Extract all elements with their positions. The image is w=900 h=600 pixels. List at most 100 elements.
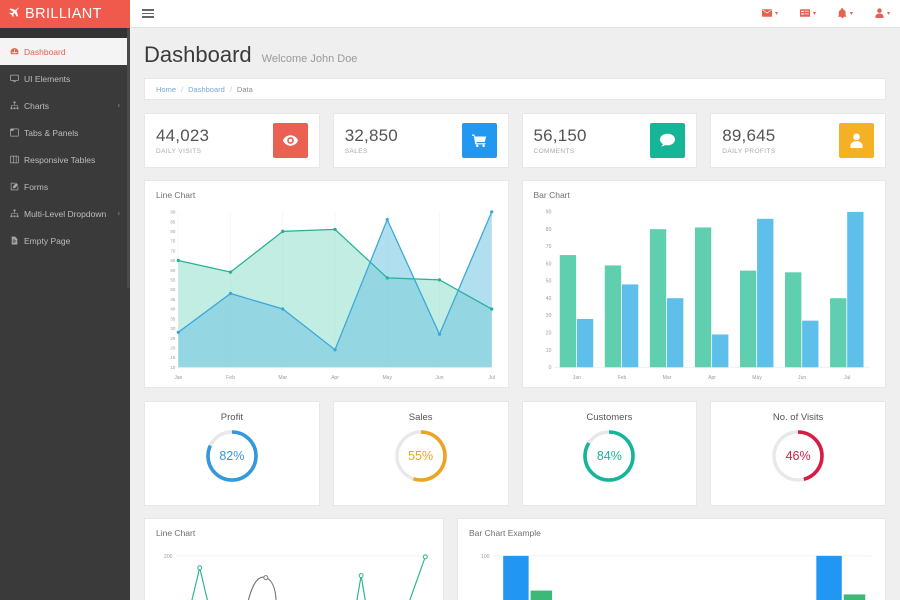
- gauge-card-sales: Sales 55%: [333, 401, 509, 506]
- svg-text:60: 60: [170, 268, 175, 273]
- gauge-ring: 82%: [203, 427, 261, 485]
- svg-text:May: May: [752, 375, 762, 381]
- gauge-value: 84%: [580, 427, 638, 485]
- svg-text:80: 80: [545, 227, 551, 233]
- chevron-left-icon: ‹: [118, 210, 120, 217]
- svg-text:85: 85: [170, 219, 175, 224]
- svg-text:0: 0: [548, 365, 551, 371]
- cart-icon: [462, 123, 497, 158]
- sidebar-item-forms[interactable]: Forms: [0, 173, 130, 200]
- gauge-value: 46%: [769, 427, 827, 485]
- svg-text:40: 40: [545, 296, 551, 302]
- tabs-icon: [10, 128, 24, 137]
- sidebar-item-label: Forms: [24, 182, 48, 192]
- sidebar: BRILLIANT Dashboard UI Elements Charts ‹ Tab…: [0, 0, 130, 600]
- stat-value: 44,023: [156, 126, 273, 146]
- sidebar-item-charts[interactable]: Charts ‹: [0, 92, 130, 119]
- svg-text:Jan: Jan: [572, 375, 580, 381]
- sidebar-item-empty-page[interactable]: Empty Page: [0, 227, 130, 254]
- breadcrumb-item-home[interactable]: Home: [156, 85, 176, 94]
- gauge-card-profit: Profit82%: [144, 401, 320, 506]
- svg-text:Jul: Jul: [843, 375, 849, 381]
- stat-card-sales[interactable]: 32,850SALES: [333, 113, 509, 168]
- svg-text:70: 70: [545, 244, 551, 250]
- svg-text:Jun: Jun: [435, 375, 443, 381]
- gauge-ring: 55%: [392, 427, 450, 485]
- gauge-title: Customers: [586, 412, 632, 423]
- stat-text: 44,023 DAILY VISITS: [156, 126, 273, 155]
- bar-chart-card: Bar Chart 9080706050403020100JanFebMarAp…: [522, 180, 887, 388]
- stat-card-daily-profits[interactable]: 89,645 DAILY PROFITS: [710, 113, 886, 168]
- sidebar-item-dashboard[interactable]: Dashboard: [0, 38, 130, 65]
- svg-text:80: 80: [170, 229, 175, 234]
- topbar: ▾ ▾ ▾ ▾: [130, 0, 900, 28]
- stat-value: 89,645: [722, 126, 839, 146]
- svg-text:65: 65: [170, 258, 175, 263]
- stat-label: DAILY PROFITS: [722, 148, 839, 155]
- stat-card-daily-visits[interactable]: 44,023 DAILY VISITS: [144, 113, 320, 168]
- svg-text:100: 100: [481, 554, 490, 560]
- svg-text:70: 70: [170, 248, 175, 253]
- svg-text:Jan: Jan: [174, 375, 182, 381]
- svg-text:200: 200: [164, 554, 173, 560]
- svg-text:20: 20: [170, 345, 175, 350]
- dashboard-icon: [10, 47, 24, 56]
- svg-text:Feb: Feb: [617, 375, 626, 381]
- tasks-dropdown[interactable]: ▾: [800, 8, 816, 20]
- gauge-title: Sales: [409, 412, 433, 423]
- bottom-bar-chart-area: 100: [458, 542, 885, 600]
- notifications-dropdown[interactable]: ▾: [838, 8, 853, 20]
- bottom-bar-chart-card: Bar Chart Example 100: [457, 518, 886, 600]
- gauge-ring: 84%: [580, 427, 638, 485]
- svg-text:15: 15: [170, 355, 175, 360]
- line-chart-title: Line Chart: [145, 181, 508, 204]
- sidebar-item-label: Charts: [24, 101, 49, 111]
- sidebar-item-label: Multi-Level Dropdown: [24, 209, 106, 219]
- svg-text:75: 75: [170, 239, 175, 244]
- tasks-icon: [800, 8, 810, 20]
- table-icon: [10, 155, 24, 164]
- sidebar-item-label: Dashboard: [24, 47, 66, 57]
- breadcrumb-separator: /: [181, 85, 183, 94]
- breadcrumb-separator: /: [230, 85, 232, 94]
- brand-text: BRILLIANT: [25, 6, 102, 22]
- svg-text:35: 35: [170, 316, 175, 321]
- desktop-icon: [10, 74, 24, 83]
- breadcrumb-item-dashboard[interactable]: Dashboard: [188, 85, 225, 94]
- sidebar-item-label: Tabs & Panels: [24, 128, 78, 138]
- stat-value: 56,150: [534, 126, 651, 146]
- svg-text:60: 60: [545, 261, 551, 267]
- svg-text:50: 50: [170, 287, 175, 292]
- stat-text: 56,150COMMENTS: [534, 126, 651, 155]
- chevron-down-icon: ▾: [887, 10, 890, 17]
- chevron-left-icon: ‹: [118, 102, 120, 109]
- svg-text:20: 20: [545, 330, 551, 336]
- breadcrumb-item-data: Data: [237, 85, 253, 94]
- user-icon: [875, 8, 884, 20]
- user-dropdown[interactable]: ▾: [875, 8, 890, 20]
- chevron-down-icon: ▾: [850, 10, 853, 17]
- brand-logo[interactable]: BRILLIANT: [0, 0, 130, 28]
- stat-text: 32,850SALES: [345, 126, 462, 155]
- sidebar-item-ui-elements[interactable]: UI Elements: [0, 65, 130, 92]
- svg-text:50: 50: [545, 279, 551, 285]
- edit-icon: [10, 182, 24, 191]
- stat-text: 89,645 DAILY PROFITS: [722, 126, 839, 155]
- bottom-bar-chart-svg: 100: [466, 544, 877, 600]
- line-chart-svg: 9085807570656055504540353025201510JanFeb…: [153, 206, 500, 383]
- stat-label: DAILY VISITS: [156, 148, 273, 155]
- bottom-line-chart-title: Line Chart: [145, 519, 443, 542]
- stat-card-comments[interactable]: 56,150COMMENTS: [522, 113, 698, 168]
- gauge-title: No. of Visits: [773, 412, 824, 423]
- hamburger-icon[interactable]: [142, 9, 154, 18]
- sidebar-item-tabs-panels[interactable]: Tabs & Panels: [0, 119, 130, 146]
- svg-text:Jul: Jul: [488, 375, 494, 381]
- sidebar-item-responsive-tables[interactable]: Responsive Tables: [0, 146, 130, 173]
- user-icon: [839, 123, 874, 158]
- welcome-text: Welcome John Doe: [262, 53, 358, 65]
- sitemap-icon: [10, 209, 24, 218]
- bar-chart-title: Bar Chart: [523, 181, 886, 204]
- sidebar-item-multi-level-dropdown[interactable]: Multi-Level Dropdown ‹: [0, 200, 130, 227]
- line-chart-card: Line Chart 90858075706560555045403530252…: [144, 180, 509, 388]
- messages-dropdown[interactable]: ▾: [762, 8, 778, 20]
